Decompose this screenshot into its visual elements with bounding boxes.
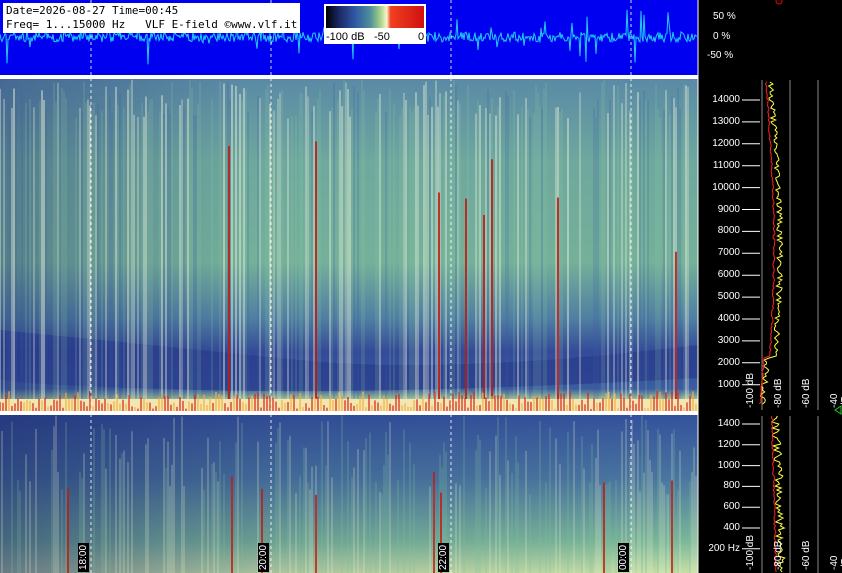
wave-axis-0: 0 %	[713, 31, 731, 42]
scale-label-min: -100 dB	[326, 31, 365, 43]
upper-db-label: -40 dB	[829, 393, 842, 408]
time-tick-label: 00:00	[618, 542, 629, 572]
upper-freq-tick-label: 2000	[717, 356, 740, 368]
upper-freq-tick-label: 13000	[712, 115, 740, 127]
upper-freq-tick-label: 6000	[717, 269, 740, 281]
lower-freq-tick-label: 800	[723, 480, 740, 492]
panel-divider	[0, 75, 698, 79]
upper-freq-tick-label: 14000	[712, 94, 740, 105]
freq-label: Freq= 1...15000 Hz VLF E-field ©www.vlf.…	[6, 18, 298, 31]
lower-freq-tick-label: 200 Hz	[708, 542, 740, 554]
wave-axis-50: 50 %	[713, 11, 736, 22]
upper-freq-tick-label: 4000	[717, 313, 740, 324]
upper-db-label: -80 dB	[773, 378, 784, 408]
upper-db-label: -100 dB	[745, 372, 756, 408]
upper-freq-tick-label: 12000	[712, 137, 740, 149]
lower-db-label: -40 dB	[829, 555, 842, 570]
upper-freq-tick-label: 7000	[717, 247, 740, 259]
upper-freq-tick-label: 9000	[717, 203, 740, 215]
panel-divider-2	[0, 411, 698, 415]
upper-freq-tick-label: 10000	[712, 181, 740, 193]
time-tick-label: 20:00	[258, 542, 269, 572]
color-scale-bar	[326, 6, 424, 28]
lower-freq-tick-label: 1200	[717, 438, 740, 450]
info-box: Date=2026-08-27 Time=00:45 Freq= 1...150…	[3, 3, 301, 33]
axis-panel	[698, 0, 842, 573]
lower-freq-tick-label: 600	[723, 501, 740, 513]
time-tick-label: 18:00	[78, 542, 89, 572]
vlf-spectrogram-view: Date=2026-08-27 Time=00:45 Freq= 1...150…	[0, 0, 842, 573]
time-tick-label: 22:00	[438, 542, 449, 572]
upper-db-label: -60 dB	[801, 378, 812, 408]
lower-freq-tick-label: 1400	[717, 418, 740, 429]
scale-label-max: 0	[418, 31, 425, 43]
spectrogram-canvas	[0, 0, 842, 573]
upper-freq-tick-label: 8000	[717, 225, 740, 237]
upper-freq-tick-label: 11000	[712, 159, 740, 171]
scale-label-mid: -50	[374, 31, 390, 43]
lower-db-label: -60 dB	[801, 540, 812, 570]
upper-freq-tick-label: 3000	[717, 334, 740, 346]
lower-freq-tick-label: 400	[723, 522, 740, 533]
upper-freq-tick-label: 1000	[717, 378, 740, 390]
color-scale: -100 dB -50 0	[324, 4, 426, 44]
wave-axis-neg50: -50 %	[707, 50, 734, 61]
lower-freq-tick-label: 1000	[717, 459, 740, 471]
lower-db-label: -100 dB	[745, 534, 756, 570]
lower-db-label: -80 dB	[773, 540, 784, 570]
upper-freq-tick-label: 5000	[717, 291, 740, 303]
date-time-label: Date=2026-08-27 Time=00:45	[6, 4, 179, 17]
